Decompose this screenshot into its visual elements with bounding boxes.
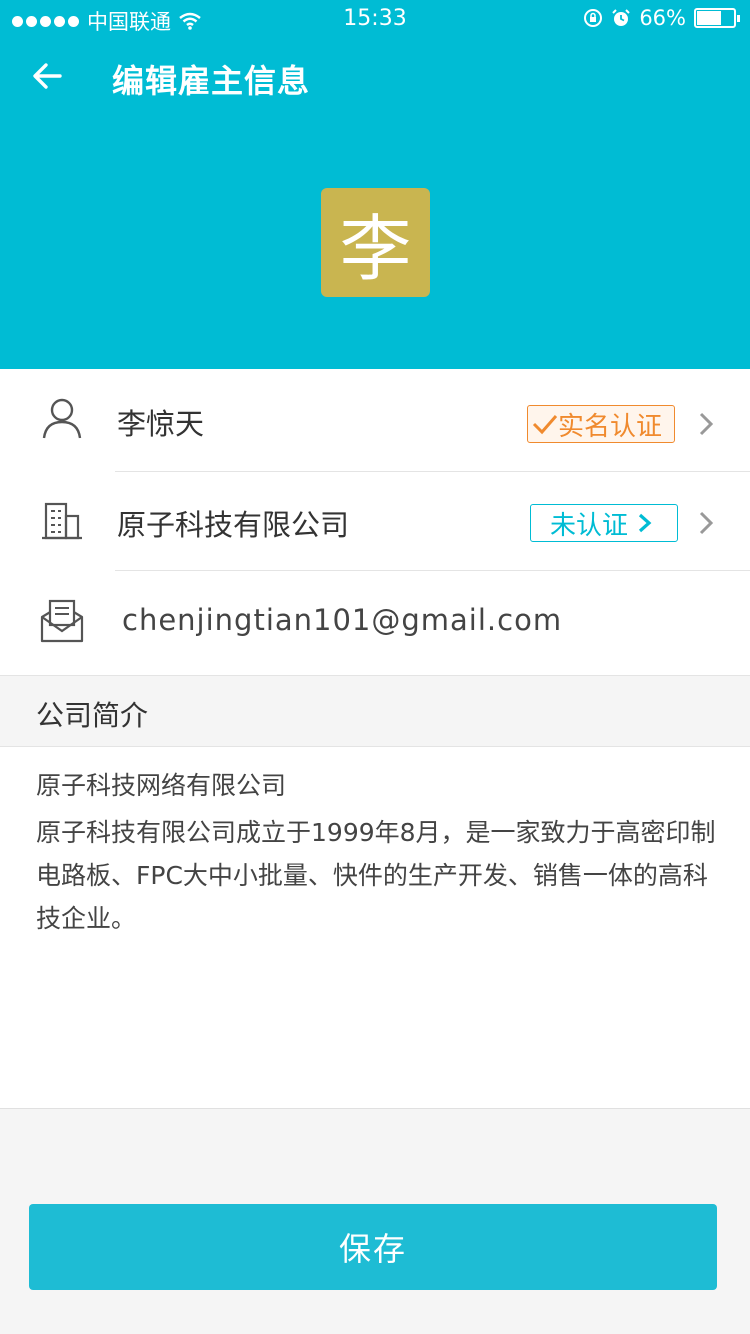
verified-badge[interactable]: 实名认证: [527, 405, 675, 443]
nav-bar: 编辑雇主信息: [0, 40, 750, 114]
section-header-company-intro: 公司简介: [0, 675, 750, 747]
company-name: 原子科技有限公司: [117, 508, 350, 542]
chevron-right-icon: [699, 412, 714, 436]
unverified-badge[interactable]: 未认证: [530, 504, 678, 542]
building-icon: [42, 502, 82, 540]
check-icon: [532, 415, 558, 435]
person-icon: [42, 398, 82, 439]
email-text: chenjingtian101@gmail.com: [122, 603, 563, 637]
battery-percent: 66%: [639, 6, 686, 30]
rotation-lock-icon: [584, 9, 603, 27]
info-list: 李惊天 实名认证 原子科技有限公司 未认证 chenjingtian101@gm…: [0, 369, 750, 675]
header-banner: 中国联通 15:33 66% 编辑雇主信息 李: [0, 0, 750, 369]
alarm-icon: [612, 9, 631, 26]
status-bar: 中国联通 15:33 66%: [0, 0, 750, 40]
unverified-badge-label: 未认证: [550, 510, 629, 541]
intro-title: 原子科技网络有限公司: [36, 771, 287, 800]
back-arrow-icon[interactable]: [28, 56, 68, 96]
intro-body: 原子科技有限公司成立于1999年8月，是一家致力于高密印制电路板、FPC大中小批…: [36, 818, 716, 933]
section-title: 公司简介: [36, 699, 149, 732]
avatar[interactable]: 李: [321, 188, 430, 297]
battery-icon: [694, 8, 740, 28]
save-button[interactable]: 保存: [29, 1204, 717, 1290]
chevron-right-icon: [638, 513, 652, 533]
company-row[interactable]: 原子科技有限公司 未认证: [0, 472, 750, 571]
email-row[interactable]: chenjingtian101@gmail.com: [0, 571, 750, 675]
name-row[interactable]: 李惊天 实名认证: [0, 369, 750, 472]
page-title: 编辑雇主信息: [112, 62, 311, 100]
employer-name: 李惊天: [117, 407, 205, 441]
mail-icon: [40, 599, 84, 643]
chevron-right-icon: [699, 511, 714, 535]
verified-badge-label: 实名认证: [558, 411, 663, 442]
company-intro[interactable]: 原子科技网络有限公司 原子科技有限公司成立于1999年8月，是一家致力于高密印制…: [0, 747, 750, 1109]
